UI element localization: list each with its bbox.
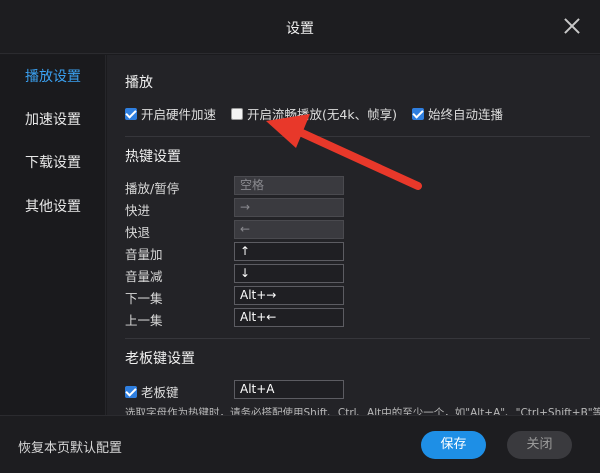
hotkey-label-forward: 快进 <box>125 203 151 218</box>
hotkey-label-volume-up: 音量加 <box>125 247 163 262</box>
hotkey-hint-text: 选取字母作为热键时，请务必搭配使用Shift、Ctrl、Alt中的至少一个，如"… <box>125 407 600 415</box>
title-bar: 设置 <box>0 0 600 54</box>
auto-continue-checkbox[interactable] <box>412 107 424 120</box>
hotkey-field-volume-up[interactable]: ↑ <box>234 242 344 261</box>
footer: 恢复本页默认配置 保存 关闭 <box>0 415 600 473</box>
hardware-acceleration-option[interactable]: 开启硬件加速 <box>125 104 216 123</box>
save-button[interactable]: 保存 <box>421 431 486 459</box>
playback-section-title: 播放 <box>125 75 153 91</box>
hotkey-field-previous-episode[interactable]: Alt+← <box>234 308 344 327</box>
boss-key-section-title: 老板键设置 <box>125 351 195 367</box>
hardware-acceleration-label: 开启硬件加速 <box>141 107 217 122</box>
boss-key-option[interactable]: 老板键 <box>125 382 179 401</box>
hotkey-field-next-episode[interactable]: Alt+→ <box>234 286 344 305</box>
hotkey-field-forward[interactable]: → <box>234 198 344 217</box>
hotkey-field-play-pause[interactable]: 空格 <box>234 176 344 195</box>
hotkey-field-rewind[interactable]: ← <box>234 220 344 239</box>
close-icon[interactable] <box>562 16 582 36</box>
restore-defaults-link[interactable]: 恢复本页默认配置 <box>18 437 122 456</box>
hotkey-label-previous-episode: 上一集 <box>125 313 163 328</box>
auto-continue-label: 始终自动连播 <box>428 107 504 122</box>
close-button[interactable]: 关闭 <box>507 431 572 459</box>
sidebar-item-other[interactable]: 其他设置 <box>25 196 81 216</box>
boss-key-checkbox[interactable] <box>125 385 137 398</box>
hotkey-field-volume-down[interactable]: ↓ <box>234 264 344 283</box>
boss-key-field[interactable]: Alt+A <box>234 380 344 399</box>
smooth-playback-checkbox[interactable] <box>231 107 243 120</box>
hotkey-label-play-pause: 播放/暂停 <box>125 181 180 196</box>
sidebar-item-playback[interactable]: 播放设置 <box>25 66 81 86</box>
settings-content: 播放 开启硬件加速 开启流畅播放(无4k、帧享) 始终自动连播 热键设置 播放/… <box>107 55 600 415</box>
hotkey-label-rewind: 快退 <box>125 225 151 240</box>
smooth-playback-option[interactable]: 开启流畅播放(无4k、帧享) <box>231 104 397 123</box>
divider <box>125 136 590 137</box>
auto-continue-option[interactable]: 始终自动连播 <box>412 104 503 123</box>
smooth-playback-label: 开启流畅播放(无4k、帧享) <box>247 107 397 122</box>
hardware-acceleration-checkbox[interactable] <box>125 107 137 120</box>
sidebar-item-download[interactable]: 下载设置 <box>25 152 81 172</box>
hotkeys-section-title: 热键设置 <box>125 149 181 165</box>
hotkey-label-next-episode: 下一集 <box>125 291 163 306</box>
boss-key-label: 老板键 <box>141 385 179 400</box>
window-title: 设置 <box>286 21 314 37</box>
hotkey-label-volume-down: 音量减 <box>125 269 163 284</box>
sidebar: 播放设置 加速设置 下载设置 其他设置 <box>0 55 106 415</box>
sidebar-item-acceleration[interactable]: 加速设置 <box>25 109 81 129</box>
divider <box>125 338 590 339</box>
